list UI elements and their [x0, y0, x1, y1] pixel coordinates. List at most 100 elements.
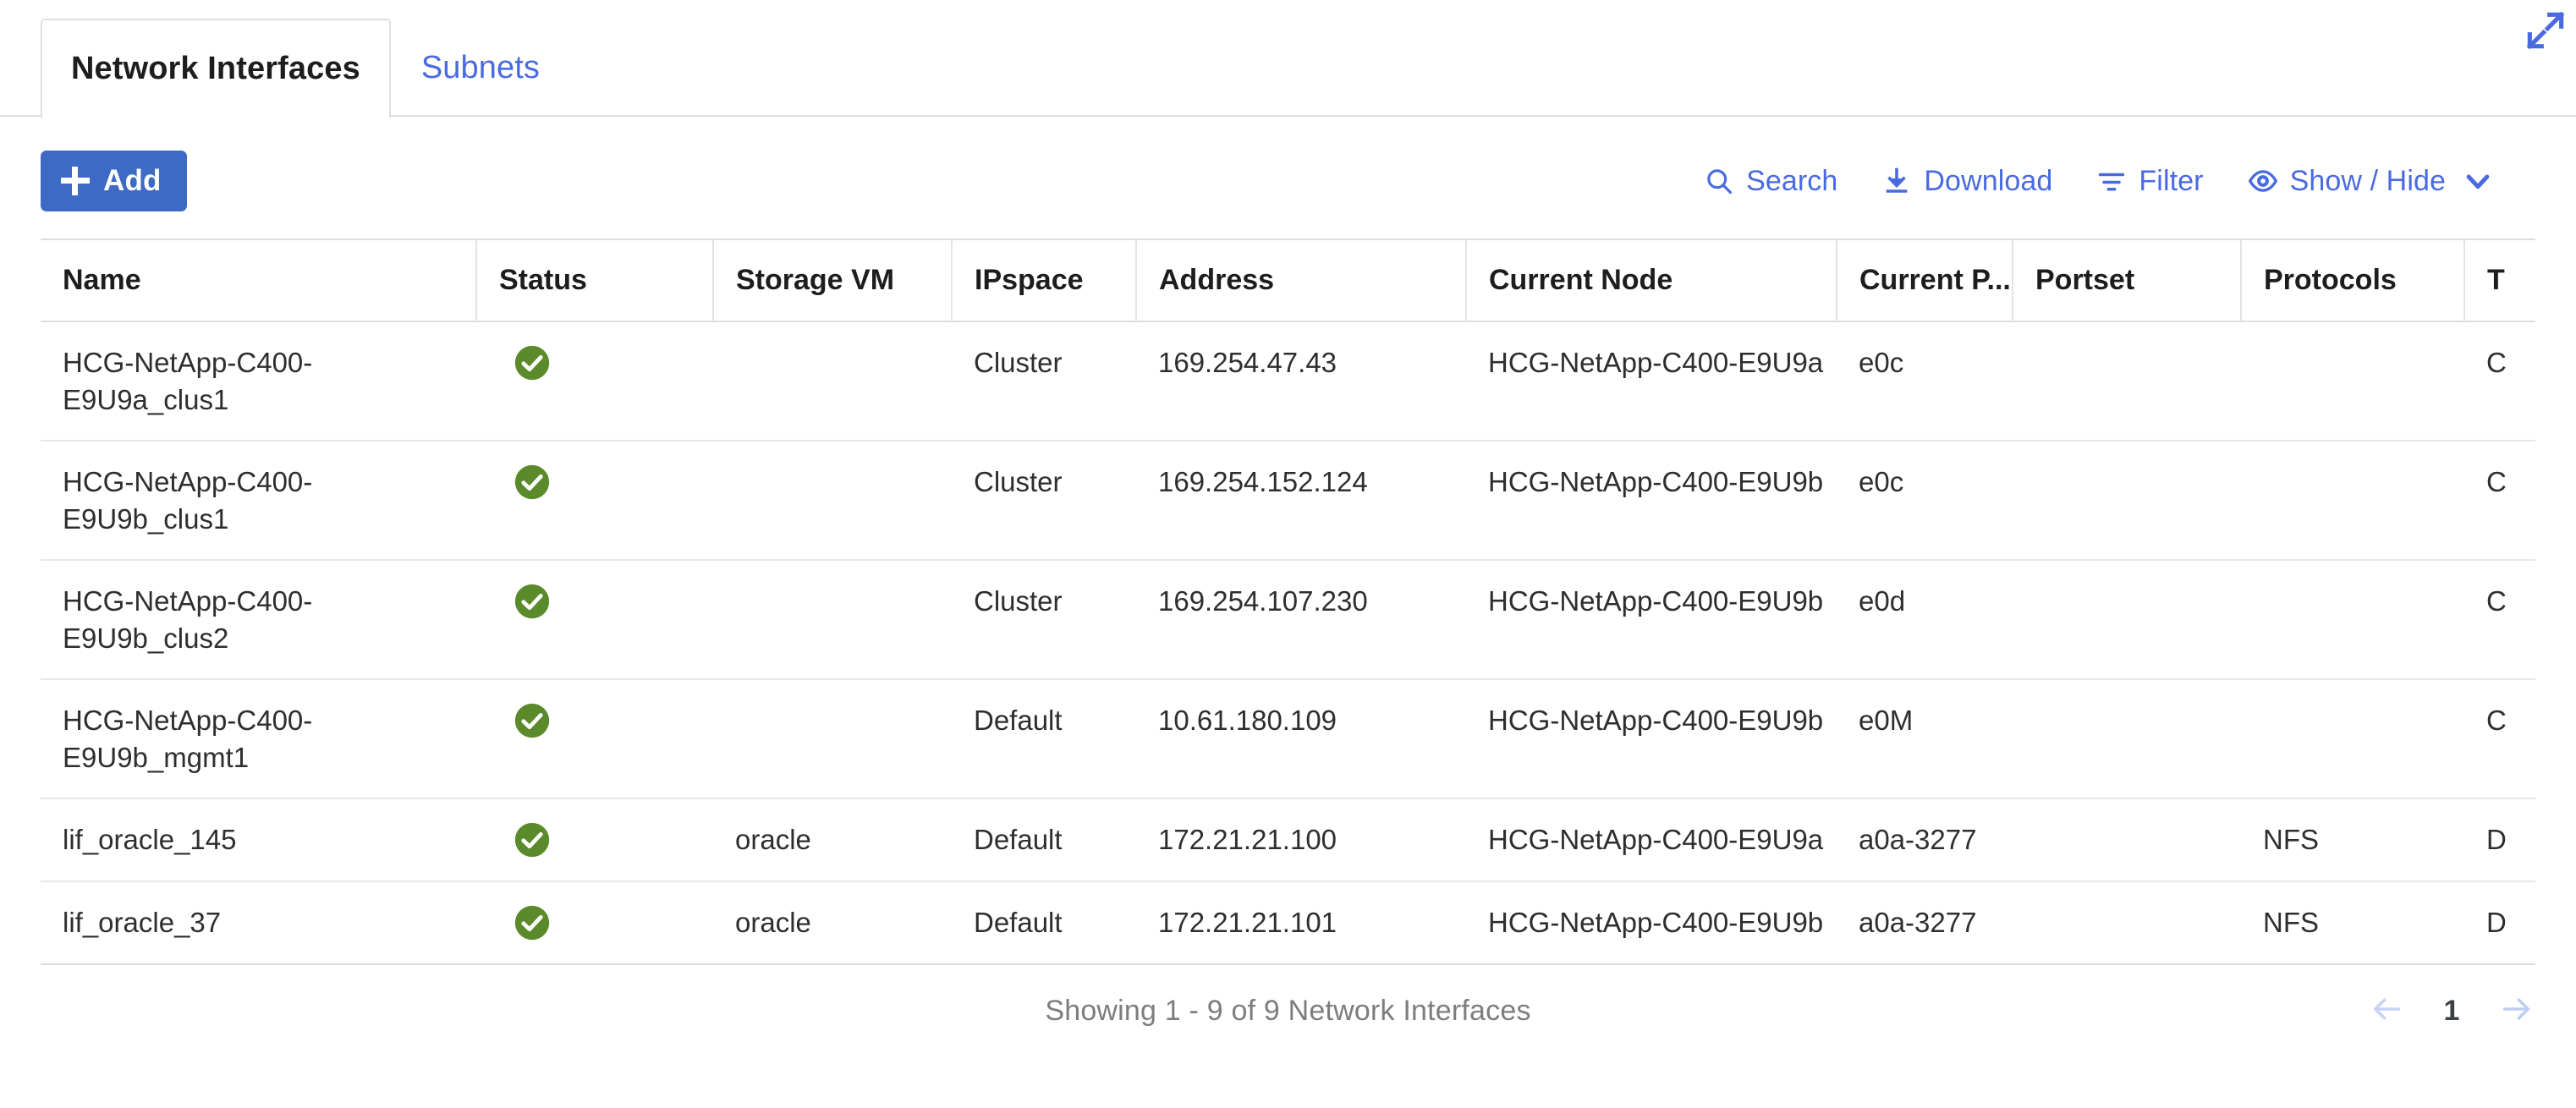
page-number-1[interactable]: 1 — [2442, 995, 2461, 1028]
network-interfaces-panel: Add Search — [0, 117, 2576, 1108]
table-row[interactable]: HCG-NetApp-C400-E9U9a_clus1Cluster169.25… — [41, 321, 2535, 441]
arrow-right-icon[interactable] — [2496, 992, 2535, 1030]
table-row[interactable]: HCG-NetApp-C400-E9U9b_clus2 Cluster169.25… — [41, 560, 2535, 679]
cell-storage-vm — [713, 679, 952, 798]
cell-portset — [2013, 881, 2241, 964]
cell-address: 169.254.107.230 — [1136, 560, 1466, 679]
network-interfaces-table: Name Status Storage VM IPspace Address C… — [41, 240, 2535, 965]
cell-address: 172.21.21.100 — [1136, 798, 1466, 881]
column-header-portset[interactable]: Portset — [2013, 240, 2241, 321]
cell-portset — [2013, 679, 2241, 798]
cell-portset — [2013, 441, 2241, 560]
table-toolbar: Add Search — [0, 117, 2576, 213]
cell-address: 169.254.152.124 — [1136, 441, 1466, 560]
column-header-current-node[interactable]: Current Node — [1466, 240, 1837, 321]
download-label: Download — [1924, 165, 2052, 198]
cell-name: lif_oracle_37 — [41, 881, 476, 964]
cell-status — [476, 441, 713, 560]
cell-address: 10.61.180.109 — [1136, 679, 1466, 798]
cell-current-port[interactable]: a0a-3277 — [1837, 798, 2013, 881]
column-header-type[interactable]: T — [2464, 240, 2535, 321]
cell-status — [476, 560, 713, 679]
cell-name: HCG-NetApp-C400-E9U9b_clus1 — [41, 441, 476, 560]
cell-name: lif_oracle_145 — [41, 798, 476, 881]
cell-current-node: HCG-NetApp-C400-E9U9b — [1466, 679, 1837, 798]
cell-current-port[interactable]: a0a-3277 — [1837, 881, 2013, 964]
status-healthy-icon — [514, 583, 713, 620]
column-header-status[interactable]: Status — [476, 240, 713, 321]
cell-protocols: NFS — [2241, 798, 2464, 881]
cell-ipspace: Cluster — [952, 560, 1136, 679]
cell-portset — [2013, 321, 2241, 441]
cell-ipspace: Default — [952, 798, 1136, 881]
cell-type: C — [2464, 321, 2535, 441]
add-button-label: Add — [103, 164, 162, 198]
table-row[interactable]: lif_oracle_37oracleDefault172.21.21.101H… — [41, 881, 2535, 964]
pagination: 1 — [2368, 992, 2535, 1030]
showing-count-label: Showing 1 - 9 of 9 Network Interfaces — [41, 995, 2535, 1028]
table-row[interactable]: HCG-NetApp-C400-E9U9b_clus1 Cluster169.25… — [41, 441, 2535, 560]
cell-storage-vm[interactable]: oracle — [713, 798, 952, 881]
status-healthy-icon — [514, 821, 713, 858]
table-row[interactable]: HCG-NetApp-C400-E9U9b_mgmt1Default10.61.… — [41, 679, 2535, 798]
add-button[interactable]: Add — [41, 151, 187, 211]
plus-icon — [61, 167, 90, 195]
download-button[interactable]: Download — [1881, 165, 2052, 198]
column-header-protocols[interactable]: Protocols — [2241, 240, 2464, 321]
network-interfaces-table-container: Name Status Storage VM IPspace Address C… — [41, 239, 2535, 965]
cell-current-node: HCG-NetApp-C400-E9U9b — [1466, 881, 1837, 964]
tab-network-interfaces[interactable]: Network Interfaces — [41, 19, 391, 118]
status-healthy-icon — [514, 463, 713, 501]
filter-button[interactable]: Filter — [2096, 165, 2203, 198]
table-row[interactable]: lif_oracle_145 oracleDefault172.21.21.100… — [41, 798, 2535, 881]
column-header-ipspace[interactable]: IPspace — [952, 240, 1136, 321]
cell-storage-vm — [713, 321, 952, 441]
column-header-name[interactable]: Name — [41, 240, 476, 321]
filter-label: Filter — [2139, 165, 2203, 198]
chevron-down-icon[interactable] — [2461, 164, 2495, 198]
cell-current-node: HCG-NetApp-C400-E9U9a — [1466, 798, 1837, 881]
cell-type: C — [2464, 441, 2535, 560]
table-body: HCG-NetApp-C400-E9U9a_clus1 Cluster169.25… — [41, 321, 2535, 964]
cell-portset — [2013, 798, 2241, 881]
cell-protocols — [2241, 321, 2464, 441]
cell-portset — [2013, 560, 2241, 679]
expand-diagonal-icon[interactable] — [2522, 7, 2569, 54]
cell-status — [476, 321, 713, 441]
cell-status — [476, 881, 713, 964]
cell-type: C — [2464, 679, 2535, 798]
cell-type: D — [2464, 881, 2535, 964]
cell-name: HCG-NetApp-C400-E9U9a_clus1 — [41, 321, 476, 441]
cell-current-port[interactable]: e0M — [1837, 679, 2013, 798]
cell-name: HCG-NetApp-C400-E9U9b_clus2 — [41, 560, 476, 679]
cell-current-node: HCG-NetApp-C400-E9U9a — [1466, 321, 1837, 441]
search-button[interactable]: Search — [1704, 165, 1837, 198]
show-hide-button[interactable]: Show / Hide — [2248, 165, 2446, 198]
cell-ipspace: Cluster — [952, 441, 1136, 560]
cell-address: 169.254.47.43 — [1136, 321, 1466, 441]
cell-current-node: HCG-NetApp-C400-E9U9b — [1466, 441, 1837, 560]
arrow-left-icon[interactable] — [2368, 992, 2407, 1030]
cell-storage-vm — [713, 560, 952, 679]
cell-current-port[interactable]: e0c — [1837, 441, 2013, 560]
cell-type: C — [2464, 560, 2535, 679]
table-footer: Showing 1 - 9 of 9 Network Interfaces 1 — [41, 965, 2535, 1056]
cell-storage-vm[interactable]: oracle — [713, 881, 952, 964]
cell-status — [476, 679, 713, 798]
column-header-current-port[interactable]: Current P... — [1837, 240, 2013, 321]
status-healthy-icon — [514, 344, 713, 381]
tab-strip: Network Interfaces Subnets — [0, 0, 2576, 117]
cell-protocols — [2241, 679, 2464, 798]
tab-subnets[interactable]: Subnets — [391, 17, 570, 117]
cell-current-port[interactable]: e0d — [1837, 560, 2013, 679]
cell-protocols — [2241, 441, 2464, 560]
cell-ipspace: Default — [952, 881, 1136, 964]
column-header-address[interactable]: Address — [1136, 240, 1466, 321]
tab-label: Network Interfaces — [71, 51, 360, 87]
status-healthy-icon — [514, 904, 713, 941]
column-header-storage-vm[interactable]: Storage VM — [713, 240, 952, 321]
cell-ipspace: Default — [952, 679, 1136, 798]
download-icon — [1881, 166, 1912, 196]
cell-protocols — [2241, 560, 2464, 679]
cell-current-port[interactable]: e0c — [1837, 321, 2013, 441]
